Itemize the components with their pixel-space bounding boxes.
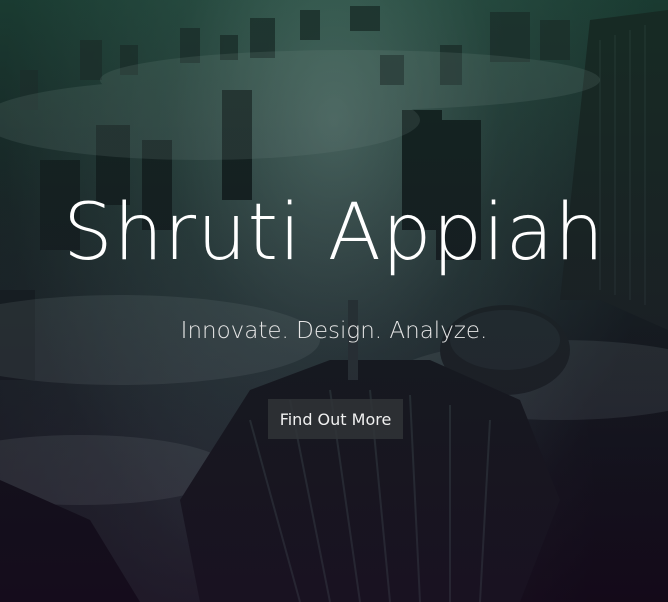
hero-content: Shruti Appiah Innovate. Design. Analyze.… <box>0 0 668 602</box>
hero-tagline: Innovate. Design. Analyze. <box>180 318 488 344</box>
hero-section: Shruti Appiah Innovate. Design. Analyze.… <box>0 0 668 602</box>
find-out-more-button[interactable]: Find Out More <box>268 399 403 439</box>
hero-title: Shruti Appiah <box>63 188 605 278</box>
